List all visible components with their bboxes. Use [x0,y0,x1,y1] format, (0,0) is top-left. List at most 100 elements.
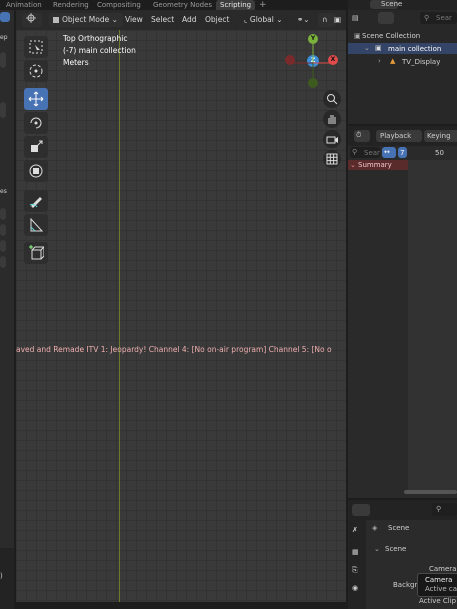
search-icon: ⚲ [436,505,442,513]
bracket-glyph: ) [0,572,3,580]
search-icon: ⚲ [424,14,430,22]
scene-selector[interactable]: Scene [370,0,402,9]
outliner-item-tv-display[interactable]: TV_Display [402,58,440,66]
chevron-down-icon[interactable]: ⌄ [374,545,380,553]
3d-viewport[interactable]: Object Mode ⌄ View Select Add Object ⌞ G… [16,10,346,602]
zoom-button[interactable] [323,90,341,108]
ruler-icon [30,217,44,232]
output-tab-icon[interactable]: ⎘ [352,566,358,575]
current-frame-value: 7 [400,149,405,157]
playback-dropdown[interactable]: Playback [376,130,422,142]
properties-editor-dropdown[interactable] [352,504,370,516]
render-tab-icon[interactable]: ▦ [352,548,359,556]
editor-type-icon[interactable] [0,12,10,22]
cursor-tool[interactable] [24,60,48,82]
side-field[interactable] [0,256,6,268]
pivot-point-dropdown[interactable]: ⚭⌄ [297,13,310,27]
select-box-tool[interactable] [24,36,48,58]
scene-icon: ◈ [372,524,378,532]
annotate-tool[interactable] [24,190,48,212]
menu-object[interactable]: Object [205,13,229,27]
rotate-tool[interactable] [24,112,48,134]
camera-view-button[interactable] [323,130,341,148]
viewport-header: Object Mode ⌄ View Select Add Object ⌞ G… [16,10,346,30]
editor-type-dropdown[interactable] [22,13,42,27]
orientation-icon: ⌞ [244,15,248,24]
tab-compositing[interactable]: Compositing [97,0,141,10]
display-mode-dropdown[interactable] [378,12,394,24]
measure-tool[interactable] [24,214,48,236]
camera-field-label: Camera [429,565,457,573]
move-tool[interactable] [24,88,48,110]
menu-add[interactable]: Add [182,13,197,27]
outliner-item-scene-collection[interactable]: Scene Collection [362,32,420,40]
object-mode-dropdown[interactable]: Object Mode ⌄ [49,13,123,27]
transform-tool[interactable] [24,160,48,182]
chevron-down-icon: ⌄ [303,15,310,24]
scene-tab-icon[interactable]: ◉ [352,584,358,592]
properties-header: ⚲ [348,500,457,520]
summary-label: Summary [358,161,392,169]
add-cube-tool[interactable] [24,242,48,264]
panel-label-es: es [0,188,7,195]
side-field[interactable] [0,208,6,220]
workspace-tabs: Animation Rendering Compositing Geometry… [0,0,346,10]
keying-dropdown[interactable]: Keying [424,130,457,142]
timeline-search-input[interactable]: ⚲ Sear [350,147,380,158]
magnet-icon: ∩ [322,15,328,24]
transform-icon [29,164,43,178]
menu-select[interactable]: Select [151,13,174,27]
collection-icon: ▣ [375,44,382,52]
properties-search-input[interactable]: ⚲ [432,503,457,516]
frame-mark-label: 50 [435,149,444,157]
gizmo-lines [294,42,331,80]
left-bottom-panel: ) [0,548,14,609]
object-icon: ▲ [390,57,396,65]
side-field[interactable] [0,224,6,236]
tooltip-title: Camera [425,576,453,584]
proportional-edit-toggle[interactable]: ▣ [334,13,341,27]
clock-icon: ⏱ [356,131,362,139]
chevron-down-icon: ⌄ [276,15,283,24]
bracket-icon: ▣ [334,15,342,24]
magnifier-icon [327,94,338,105]
side-field[interactable] [0,52,6,68]
tab-scripting[interactable]: Scripting [216,0,256,10]
outliner-search-input[interactable]: ⚲ Sear [420,12,457,24]
tab-animation[interactable]: Animation [6,0,42,10]
keyframe-area[interactable] [408,160,457,490]
transform-orientation-dropdown[interactable]: ⌞ Global ⌄ [244,13,283,27]
side-field[interactable] [0,102,6,118]
outliner-editor-icon[interactable]: ▤ [352,14,359,22]
view-name-label: Top Orthographic [63,34,128,43]
timeline-search-placeholder: Sear [364,149,380,157]
scene-section-header[interactable]: Scene [385,545,406,553]
chevron-down-icon[interactable]: ⌄ [364,44,370,52]
timeline-panel: ⏱ Playback Keying ⚲ Sear ↔ 7 50 ⌄ Summar… [348,126,457,498]
sync-toggle[interactable]: ↔ [382,147,396,158]
playback-label: Playback [380,132,412,140]
add-workspace-button[interactable]: + [259,0,267,10]
tooltip-description: Active ca [425,585,457,593]
hand-icon [328,115,336,124]
active-clip-label: Active Clip [419,597,457,605]
chevron-right-icon[interactable]: › [378,57,381,65]
summary-row[interactable]: ⌄ Summary [348,160,408,170]
current-frame-indicator[interactable]: 7 [398,147,407,158]
properties-panel: ⚲ ✗ ▦ ⎘ ◉ ◈ Scene ⌄ Scene Camera Backgro… [348,500,457,609]
properties-tabs: ✗ ▦ ⎘ ◉ [348,520,366,609]
side-field[interactable] [0,240,6,252]
outliner-item-main-collection[interactable]: main collection [388,45,441,53]
tool-tab-icon[interactable]: ✗ [352,526,358,534]
pan-button[interactable] [323,110,341,128]
timeline-editor-dropdown[interactable]: ⏱ [354,130,370,142]
scale-tool[interactable] [24,136,48,158]
y-axis-line [119,30,120,602]
tab-rendering[interactable]: Rendering [53,0,89,10]
horizontal-scrollbar[interactable] [404,490,457,494]
tab-geometry-nodes[interactable]: Geometry Nodes [153,0,212,10]
outliner-top-header: Scene [348,0,457,10]
ortho-toggle-button[interactable] [323,150,341,168]
menu-view[interactable]: View [125,13,143,27]
object-mode-icon [53,17,59,23]
